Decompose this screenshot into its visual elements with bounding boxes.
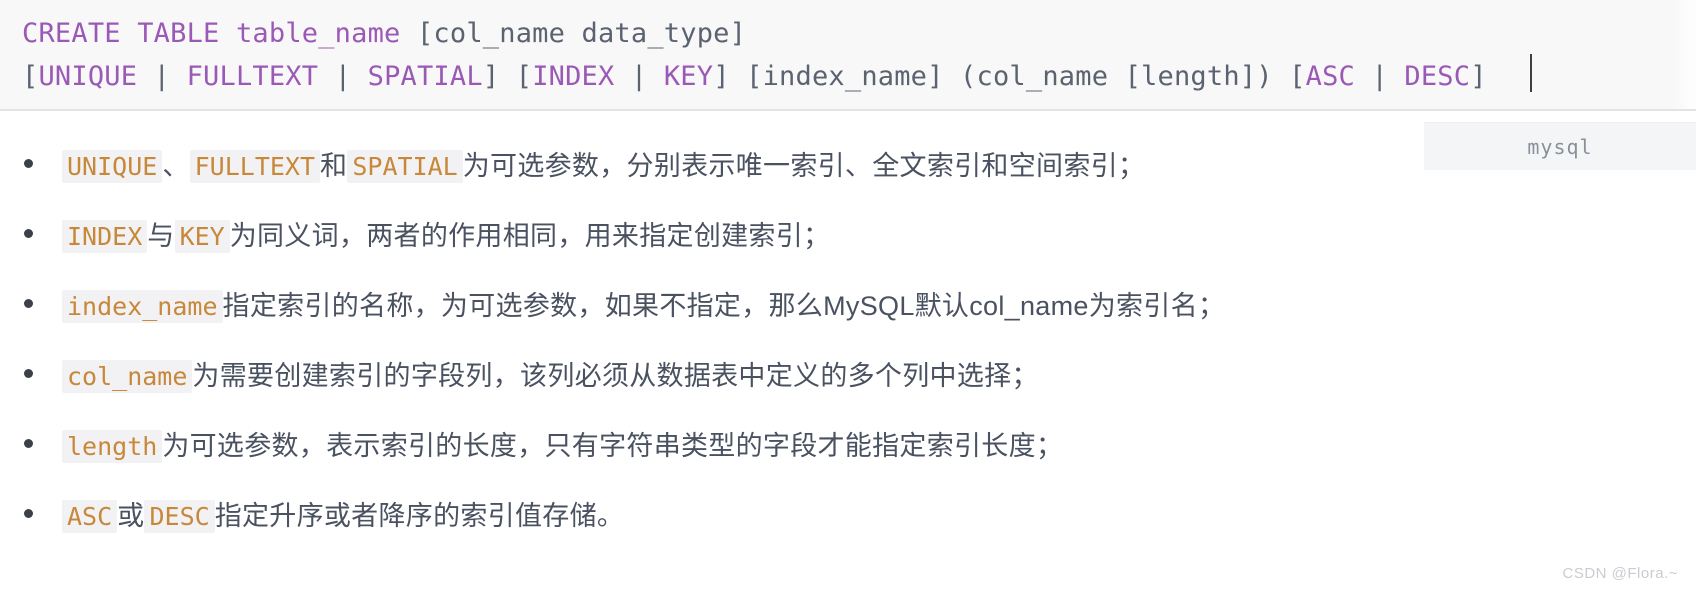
sql-keyword-table: TABLE xyxy=(137,18,220,49)
list-item-tail: 为需要创建索引的字段列，该列必须从数据表中定义的多个列中选择； xyxy=(192,360,1039,391)
list-item-text: length 为可选参数，表示索引的长度，只有字符串类型的字段才能指定索引长度； xyxy=(62,424,1063,463)
separator: 、 xyxy=(162,150,190,181)
sql-keyword-create: CREATE xyxy=(22,18,121,49)
sql-token-index-name-group: ] [index_name] (col_name [length]) [ xyxy=(713,61,1306,92)
code-right-fade xyxy=(1674,0,1696,109)
pipe-1: | xyxy=(137,61,187,92)
code-line-2: [UNIQUE | FULLTEXT | SPATIAL] [INDEX | K… xyxy=(22,54,1487,100)
sql-keyword-unique: UNIQUE xyxy=(38,61,138,92)
inline-code: DESC xyxy=(144,499,215,533)
bracket-close-1: ] [ xyxy=(482,61,533,92)
list-item: index_name 指定索引的名称，为可选参数，如果不指定，那么MySQL默认c… xyxy=(0,268,1696,338)
watermark: CSDN @Flora.~ xyxy=(1562,565,1678,582)
pipe-2: | xyxy=(318,61,368,92)
list-item-text: ASC 或 DESC 指定升序或者降序的索引值存储。 xyxy=(62,494,624,533)
inline-code: UNIQUE xyxy=(62,149,163,183)
code-line-1: CREATE TABLE table_name [col_name data_t… xyxy=(22,11,746,57)
list-item: ASC 或 DESC 指定升序或者降序的索引值存储。 xyxy=(0,478,1696,548)
list-item: col_name 为需要创建索引的字段列，该列必须从数据表中定义的多个列中选择； xyxy=(0,338,1696,408)
bullet-dot-icon xyxy=(24,229,33,238)
code-block: CREATE TABLE table_name [col_name data_t… xyxy=(0,0,1696,111)
list-item-text: INDEX 与 KEY 为同义词，两者的作用相同，用来指定创建索引； xyxy=(62,214,830,253)
bracket-close-3: ] xyxy=(1470,61,1487,92)
sql-token-table-name: table_name xyxy=(235,18,401,49)
sql-keyword-fulltext: FULLTEXT xyxy=(186,61,319,92)
inline-code: ASC xyxy=(62,499,118,533)
list-item-text: index_name 指定索引的名称，为可选参数，如果不指定，那么MySQL默认c… xyxy=(62,284,1225,323)
sql-keyword-key: KEY xyxy=(663,61,714,92)
pipe-4: | xyxy=(1355,61,1405,92)
inline-code: FULLTEXT xyxy=(189,149,321,183)
sql-keyword-desc: DESC xyxy=(1404,61,1471,92)
text-caret xyxy=(1530,54,1532,92)
bullet-dot-icon xyxy=(24,509,33,518)
bullet-dot-icon xyxy=(24,159,33,168)
list-item-tail: 为可选参数，分别表示唯一索引、全文索引和空间索引； xyxy=(462,150,1146,181)
sql-keyword-spatial: SPATIAL xyxy=(367,61,483,92)
inline-code: SPATIAL xyxy=(347,149,463,183)
inline-code: KEY xyxy=(174,219,230,253)
inline-code: col_name xyxy=(62,359,193,393)
bullet-dot-icon xyxy=(24,369,33,378)
parameter-description-list: UNIQUE、 FULLTEXT 和 SPATIAL 为可选参数，分别表示唯一索引、全文… xyxy=(0,128,1696,548)
sql-token-col-data-type: [col_name data_type] xyxy=(400,18,747,49)
list-item-tail: 为同义词，两者的作用相同，用来指定创建索引； xyxy=(229,220,831,251)
list-item-tail: 指定索引的名称，为可选参数，如果不指定，那么MySQL默认col_name为索引… xyxy=(222,290,1226,321)
sql-keyword-asc: ASC xyxy=(1305,61,1355,92)
bracket-open-1: [ xyxy=(22,61,39,92)
sql-keyword-index: INDEX xyxy=(532,61,615,92)
list-item-text: UNIQUE、 FULLTEXT 和 SPATIAL 为可选参数，分别表示唯一索引、全文… xyxy=(62,144,1145,183)
separator: 与 xyxy=(147,220,175,251)
bullet-dot-icon xyxy=(24,299,33,308)
list-item-tail: 指定升序或者降序的索引值存储。 xyxy=(214,500,625,531)
pipe-3: | xyxy=(614,61,664,92)
inline-code: index_name xyxy=(62,289,223,323)
inline-code: INDEX xyxy=(62,219,148,253)
separator: 或 xyxy=(117,500,145,531)
inline-code: length xyxy=(62,429,163,463)
list-item: length 为可选参数，表示索引的长度，只有字符串类型的字段才能指定索引长度； xyxy=(0,408,1696,478)
list-item: INDEX 与 KEY 为同义词，两者的作用相同，用来指定创建索引； xyxy=(0,198,1696,268)
bullet-dot-icon xyxy=(24,439,33,448)
list-item-text: col_name 为需要创建索引的字段列，该列必须从数据表中定义的多个列中选择； xyxy=(62,354,1039,393)
list-item: UNIQUE、 FULLTEXT 和 SPATIAL 为可选参数，分别表示唯一索引、全文… xyxy=(0,128,1696,198)
list-item-tail: 为可选参数，表示索引的长度，只有字符串类型的字段才能指定索引长度； xyxy=(162,430,1064,461)
separator: 和 xyxy=(320,150,348,181)
